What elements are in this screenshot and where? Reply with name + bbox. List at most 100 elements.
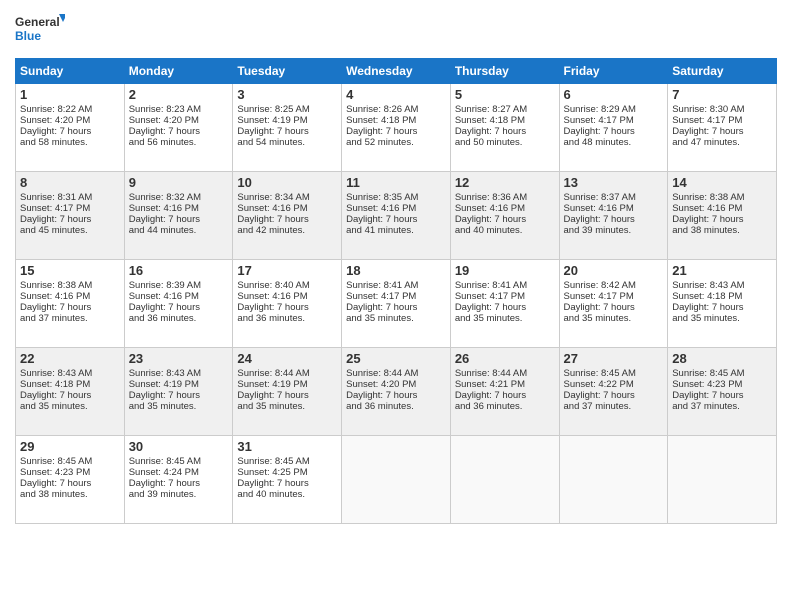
daylight-label: Daylight: 7 hours [564, 302, 635, 313]
calendar-row: 1 Sunrise: 8:22 AM Sunset: 4:20 PM Dayli… [16, 84, 777, 172]
day-number: 31 [237, 439, 337, 454]
header-day: Monday [124, 59, 233, 84]
sunrise-label: Sunrise: 8:29 AM [564, 104, 636, 115]
logo-svg: General Blue [15, 10, 65, 50]
day-number: 22 [20, 351, 120, 366]
sunrise-label: Sunrise: 8:25 AM [237, 104, 309, 115]
calendar-cell: 21 Sunrise: 8:43 AM Sunset: 4:18 PM Dayl… [668, 260, 777, 348]
day-number: 11 [346, 175, 446, 190]
daylight-minutes: and 39 minutes. [129, 489, 197, 500]
day-number: 16 [129, 263, 229, 278]
calendar-cell: 2 Sunrise: 8:23 AM Sunset: 4:20 PM Dayli… [124, 84, 233, 172]
daylight-label: Daylight: 7 hours [346, 390, 417, 401]
daylight-minutes: and 37 minutes. [672, 401, 740, 412]
calendar-cell: 8 Sunrise: 8:31 AM Sunset: 4:17 PM Dayli… [16, 172, 125, 260]
daylight-label: Daylight: 7 hours [20, 126, 91, 137]
sunset-label: Sunset: 4:16 PM [129, 203, 199, 214]
daylight-label: Daylight: 7 hours [346, 126, 417, 137]
calendar-cell [668, 436, 777, 524]
day-number: 23 [129, 351, 229, 366]
sunrise-label: Sunrise: 8:45 AM [564, 368, 636, 379]
daylight-minutes: and 47 minutes. [672, 137, 740, 148]
daylight-minutes: and 35 minutes. [672, 313, 740, 324]
sunrise-label: Sunrise: 8:38 AM [672, 192, 744, 203]
daylight-minutes: and 36 minutes. [237, 313, 305, 324]
sunrise-label: Sunrise: 8:38 AM [20, 280, 92, 291]
sunrise-label: Sunrise: 8:42 AM [564, 280, 636, 291]
daylight-minutes: and 58 minutes. [20, 137, 88, 148]
calendar-cell: 22 Sunrise: 8:43 AM Sunset: 4:18 PM Dayl… [16, 348, 125, 436]
calendar-cell [450, 436, 559, 524]
calendar-cell [559, 436, 668, 524]
day-number: 21 [672, 263, 772, 278]
daylight-label: Daylight: 7 hours [20, 478, 91, 489]
daylight-label: Daylight: 7 hours [237, 390, 308, 401]
sunset-label: Sunset: 4:18 PM [455, 115, 525, 126]
day-number: 2 [129, 87, 229, 102]
daylight-minutes: and 52 minutes. [346, 137, 414, 148]
calendar-cell: 7 Sunrise: 8:30 AM Sunset: 4:17 PM Dayli… [668, 84, 777, 172]
day-number: 29 [20, 439, 120, 454]
day-number: 26 [455, 351, 555, 366]
sunset-label: Sunset: 4:21 PM [455, 379, 525, 390]
sunrise-label: Sunrise: 8:22 AM [20, 104, 92, 115]
calendar-cell: 19 Sunrise: 8:41 AM Sunset: 4:17 PM Dayl… [450, 260, 559, 348]
sunrise-label: Sunrise: 8:43 AM [672, 280, 744, 291]
daylight-minutes: and 35 minutes. [129, 401, 197, 412]
sunrise-label: Sunrise: 8:26 AM [346, 104, 418, 115]
sunrise-label: Sunrise: 8:45 AM [237, 456, 309, 467]
day-number: 17 [237, 263, 337, 278]
day-number: 27 [564, 351, 664, 366]
header-day: Friday [559, 59, 668, 84]
sunrise-label: Sunrise: 8:45 AM [20, 456, 92, 467]
day-number: 15 [20, 263, 120, 278]
calendar-cell: 17 Sunrise: 8:40 AM Sunset: 4:16 PM Dayl… [233, 260, 342, 348]
daylight-label: Daylight: 7 hours [237, 302, 308, 313]
daylight-label: Daylight: 7 hours [129, 478, 200, 489]
sunset-label: Sunset: 4:16 PM [346, 203, 416, 214]
sunset-label: Sunset: 4:16 PM [455, 203, 525, 214]
day-number: 4 [346, 87, 446, 102]
daylight-label: Daylight: 7 hours [20, 390, 91, 401]
sunset-label: Sunset: 4:17 PM [564, 115, 634, 126]
calendar-cell: 31 Sunrise: 8:45 AM Sunset: 4:25 PM Dayl… [233, 436, 342, 524]
day-number: 30 [129, 439, 229, 454]
sunset-label: Sunset: 4:16 PM [237, 203, 307, 214]
daylight-minutes: and 39 minutes. [564, 225, 632, 236]
sunset-label: Sunset: 4:22 PM [564, 379, 634, 390]
sunrise-label: Sunrise: 8:45 AM [129, 456, 201, 467]
svg-text:Blue: Blue [15, 29, 41, 43]
calendar-cell: 5 Sunrise: 8:27 AM Sunset: 4:18 PM Dayli… [450, 84, 559, 172]
daylight-minutes: and 35 minutes. [20, 401, 88, 412]
day-number: 14 [672, 175, 772, 190]
daylight-minutes: and 42 minutes. [237, 225, 305, 236]
daylight-minutes: and 37 minutes. [564, 401, 632, 412]
day-number: 3 [237, 87, 337, 102]
calendar-table: SundayMondayTuesdayWednesdayThursdayFrid… [15, 58, 777, 524]
daylight-label: Daylight: 7 hours [237, 214, 308, 225]
daylight-minutes: and 38 minutes. [672, 225, 740, 236]
daylight-minutes: and 44 minutes. [129, 225, 197, 236]
day-number: 8 [20, 175, 120, 190]
daylight-label: Daylight: 7 hours [346, 302, 417, 313]
daylight-label: Daylight: 7 hours [672, 214, 743, 225]
daylight-minutes: and 36 minutes. [346, 401, 414, 412]
sunrise-label: Sunrise: 8:27 AM [455, 104, 527, 115]
sunset-label: Sunset: 4:17 PM [346, 291, 416, 302]
sunset-label: Sunset: 4:19 PM [237, 115, 307, 126]
day-number: 9 [129, 175, 229, 190]
daylight-label: Daylight: 7 hours [455, 214, 526, 225]
sunset-label: Sunset: 4:16 PM [20, 291, 90, 302]
header: General Blue [15, 10, 777, 50]
sunset-label: Sunset: 4:19 PM [129, 379, 199, 390]
daylight-label: Daylight: 7 hours [672, 302, 743, 313]
header-day: Tuesday [233, 59, 342, 84]
sunset-label: Sunset: 4:24 PM [129, 467, 199, 478]
calendar-row: 22 Sunrise: 8:43 AM Sunset: 4:18 PM Dayl… [16, 348, 777, 436]
calendar-cell [342, 436, 451, 524]
calendar-cell: 16 Sunrise: 8:39 AM Sunset: 4:16 PM Dayl… [124, 260, 233, 348]
day-number: 5 [455, 87, 555, 102]
header-day: Sunday [16, 59, 125, 84]
sunrise-label: Sunrise: 8:40 AM [237, 280, 309, 291]
daylight-minutes: and 35 minutes. [455, 313, 523, 324]
